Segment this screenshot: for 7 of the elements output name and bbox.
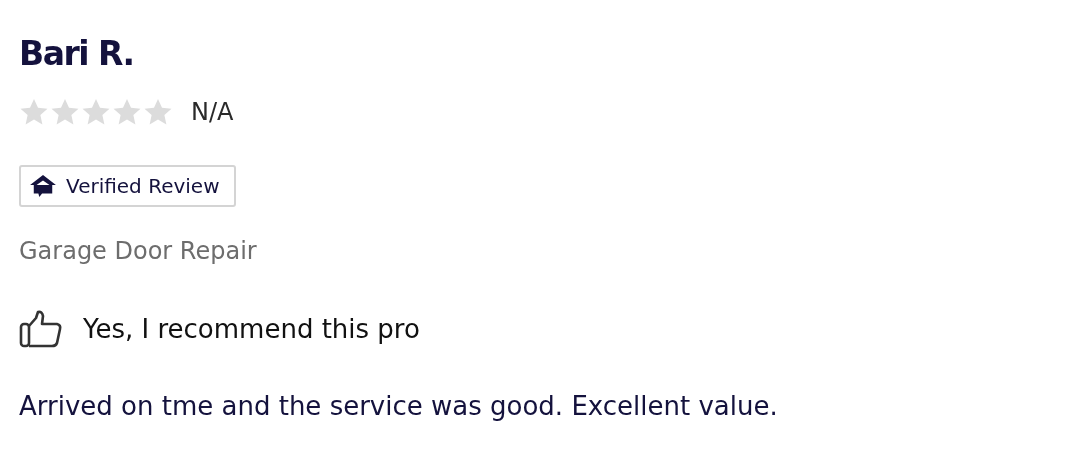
rating-value: N/A: [191, 98, 234, 126]
reviewer-name: Bari R.: [19, 33, 134, 75]
service-category: Garage Door Repair: [19, 237, 257, 265]
badge-label: Verified Review: [66, 174, 220, 198]
review-text: Arrived on tme and the service was good. Excellent value.: [19, 391, 778, 421]
house-icon: [28, 174, 58, 198]
recommendation-text: Yes, I recommend this pro: [83, 314, 420, 344]
